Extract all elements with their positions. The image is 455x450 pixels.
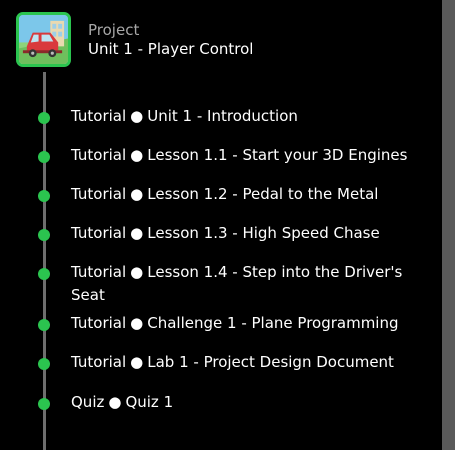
item-title: Lesson 1.2 - Pedal to the Metal — [147, 185, 379, 203]
timeline-item[interactable]: Tutorial ● Lesson 1.1 - Start your 3D Engi… — [0, 144, 430, 168]
separator-dot: ● — [130, 353, 144, 371]
timeline-dot — [38, 319, 50, 331]
timeline-item[interactable]: Tutorial ● Lesson 1.2 - Pedal to the Metal — [0, 183, 430, 207]
item-title: Quiz 1 — [125, 393, 174, 411]
timeline-item[interactable]: Tutorial ● Lesson 1.4 - Step into the Driv… — [0, 261, 430, 307]
timeline-dot — [38, 358, 50, 370]
item-type: Tutorial — [71, 146, 127, 164]
timeline-item[interactable]: Tutorial ● Challenge 1 - Plane Programming — [0, 312, 430, 336]
separator-dot: ● — [130, 185, 144, 203]
project-timeline: Tutorial ● Unit 1 - Introduction Tutorial ●… — [0, 0, 440, 450]
timeline-item-label[interactable]: Tutorial ● Challenge 1 - Plane Programming — [71, 312, 421, 335]
item-type: Tutorial — [71, 353, 127, 371]
item-title: Lab 1 - Project Design Document — [147, 353, 394, 371]
separator-dot: ● — [130, 314, 144, 332]
item-type: Tutorial — [71, 185, 127, 203]
timeline-item-label[interactable]: Tutorial ● Lesson 1.3 - High Speed Chase — [71, 222, 421, 245]
timeline-item-label[interactable]: Tutorial ● Lesson 1.4 - Step into the Driv… — [71, 261, 421, 307]
timeline-item-label[interactable]: Tutorial ● Lab 1 - Project Design Document — [71, 351, 421, 374]
item-title: Challenge 1 - Plane Programming — [147, 314, 399, 332]
item-title: Unit 1 - Introduction — [147, 107, 298, 125]
item-type: Tutorial — [71, 224, 127, 242]
vertical-scrollbar[interactable] — [442, 0, 455, 450]
item-type: Tutorial — [71, 263, 127, 281]
timeline-dot — [38, 112, 50, 124]
timeline-dot — [38, 229, 50, 241]
separator-dot: ● — [130, 107, 144, 125]
timeline-item-label[interactable]: Quiz ● Quiz 1 — [71, 391, 421, 414]
timeline-dot — [38, 268, 50, 280]
separator-dot: ● — [108, 393, 122, 411]
timeline-item-label[interactable]: Tutorial ● Lesson 1.1 - Start your 3D Engi… — [71, 144, 421, 167]
timeline-dot — [38, 151, 50, 163]
item-title: Lesson 1.3 - High Speed Chase — [147, 224, 380, 242]
timeline-item[interactable]: Tutorial ● Lab 1 - Project Design Document — [0, 351, 430, 375]
timeline-item[interactable]: Tutorial ● Unit 1 - Introduction — [0, 105, 430, 129]
item-title: Lesson 1.1 - Start your 3D Engines — [147, 146, 408, 164]
item-type: Tutorial — [71, 107, 127, 125]
timeline-item[interactable]: Tutorial ● Lesson 1.3 - High Speed Chase — [0, 222, 430, 246]
timeline-dot — [38, 190, 50, 202]
timeline-dot — [38, 398, 50, 410]
timeline-item-label[interactable]: Tutorial ● Unit 1 - Introduction — [71, 105, 421, 128]
item-type: Tutorial — [71, 314, 127, 332]
separator-dot: ● — [130, 263, 144, 281]
separator-dot: ● — [130, 146, 144, 164]
timeline-item[interactable]: Quiz ● Quiz 1 — [0, 391, 430, 415]
timeline-item-label[interactable]: Tutorial ● Lesson 1.2 - Pedal to the Metal — [71, 183, 421, 206]
item-type: Quiz — [71, 393, 105, 411]
separator-dot: ● — [130, 224, 144, 242]
